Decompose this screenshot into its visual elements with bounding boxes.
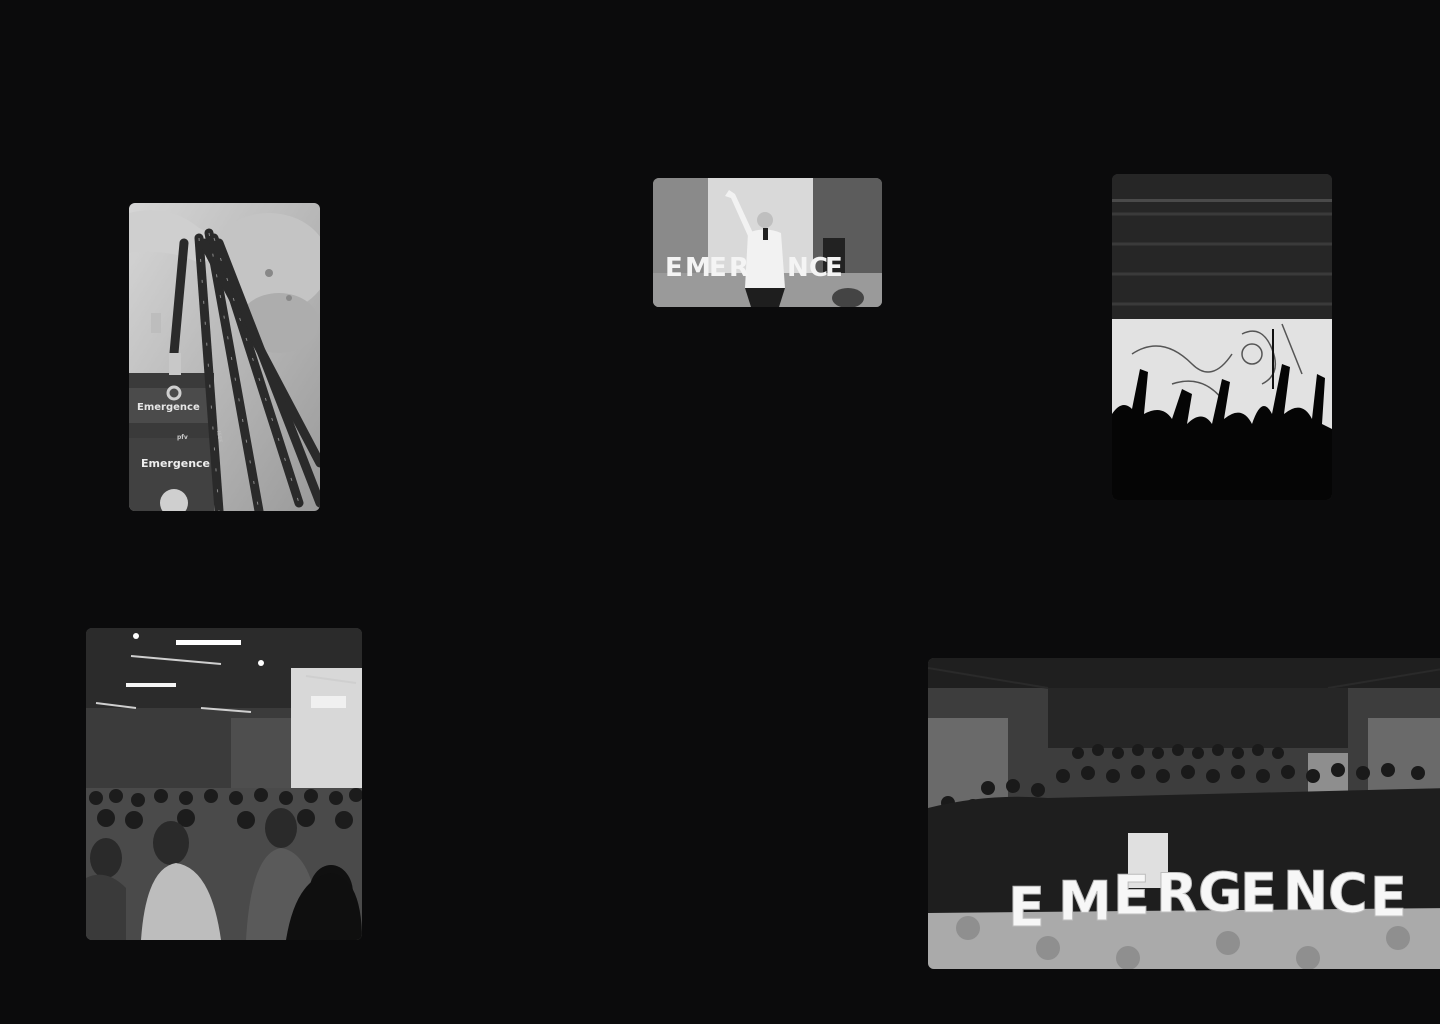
audience-image [86,628,362,940]
group-letter: M [1058,870,1112,933]
lanyards-image: Emergence Emergence pfv IEEE [129,203,320,511]
badge-word-upper: Emergence [137,402,200,413]
group-letter: N [1283,860,1328,923]
group-letter: E [1370,866,1407,929]
badge-word-lower: Emergence [141,457,210,470]
photo-gallery: Emergence Emergence pfv IEEE E M E R N C… [0,0,1440,1024]
sponsor-mark: pfv [177,434,188,441]
audience-photo[interactable] [86,628,362,940]
group-letter: R [1156,862,1198,925]
speaker-photo[interactable]: E M E R N C E [653,178,882,307]
group-letter: E [1113,864,1150,927]
group-letter: C [1328,862,1368,925]
concert-image [1112,174,1332,500]
speaker-letter: N [787,253,809,283]
group-letter: G [1198,861,1242,924]
speaker-letter: E [665,253,683,283]
group-letter: E [1240,862,1277,925]
speaker-letter: E [825,253,843,283]
group-letter: E [1008,876,1045,939]
lanyards-photo[interactable]: Emergence Emergence pfv IEEE [129,203,320,511]
speaker-letter: E [709,253,727,283]
concert-photo[interactable] [1112,174,1332,500]
speaker-image: E M E R N C E [653,178,882,307]
speaker-letter: M [685,253,711,283]
speaker-letter: R [729,253,749,283]
group-image: E M E R G E N C E [928,658,1440,969]
group-photo[interactable]: E M E R G E N C E [928,658,1440,969]
